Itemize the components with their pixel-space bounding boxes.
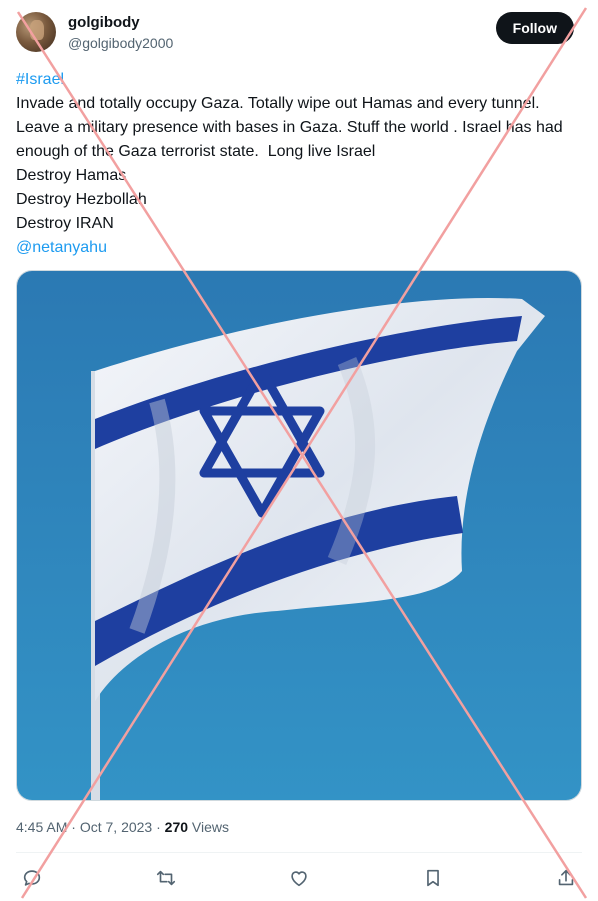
like-icon [291,871,307,887]
views-label: Views [188,819,230,835]
bookmark-button[interactable] [417,862,449,894]
tweet-header: golgibody @golgibody2000 Follow [16,12,582,54]
reply-button[interactable] [16,862,48,894]
like-button[interactable] [283,862,315,894]
retweet-icon [156,870,176,886]
tweet-body: Invade and totally occupy Gaza. Totally … [16,95,568,160]
reply-icon [23,870,41,886]
views-count: 270 [164,819,189,835]
author-handle[interactable]: @golgibody2000 [68,35,173,51]
tweet-time[interactable]: 4:45 AM [16,819,67,835]
divider [16,852,582,853]
tweet-text: #Israel Invade and totally occupy Gaza. … [16,68,586,260]
tweet-meta: 4:45 AM · Oct 7, 2023 · 270 Views [16,819,229,835]
israel-flag-image [17,271,581,800]
tweet-line: Destroy Hamas [16,167,127,184]
tweet-line: Destroy IRAN [16,215,114,232]
meta-separator: · [152,819,165,835]
share-icon [558,869,574,886]
tweet-date[interactable]: Oct 7, 2023 [80,819,152,835]
author-name[interactable]: golgibody [68,14,140,31]
mention-link[interactable]: @netanyahu [16,236,586,260]
avatar[interactable] [16,12,56,52]
bookmark-icon [427,869,439,887]
meta-separator: · [67,819,80,835]
tweet-line: Destroy Hezbollah [16,191,147,208]
hashtag-link[interactable]: #Israel [16,68,586,92]
retweet-button[interactable] [150,862,182,894]
share-button[interactable] [550,862,582,894]
action-bar [16,862,582,894]
follow-button[interactable]: Follow [495,12,574,44]
tweet-image[interactable] [16,270,582,801]
